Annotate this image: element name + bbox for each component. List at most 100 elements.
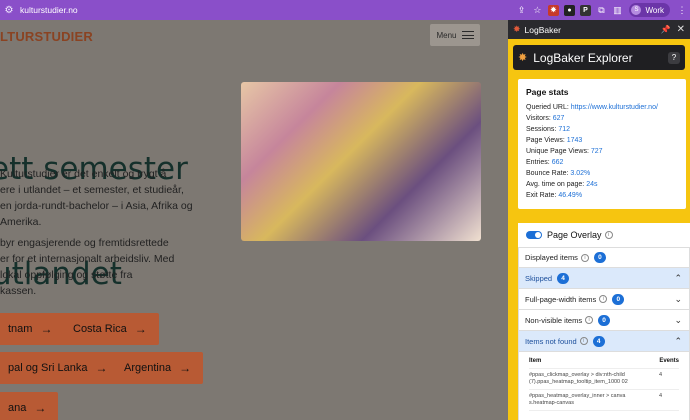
arrow-right-icon: → [95,361,108,375]
info-icon[interactable]: i [604,231,613,239]
stat-row: Page Views: 1743 [526,135,678,146]
info-icon[interactable]: i [599,295,608,303]
info-icon[interactable]: i [585,316,594,324]
items-not-found-table: Item Events #ppas_clickmap_overlay > div:n… [518,352,690,420]
item-selector: #ppas_heatmap_overlay_inner > canvas.hea… [529,393,626,406]
stat-label: Queried URL: [526,104,569,111]
profile-label: Work [645,5,664,15]
destination-button[interactable]: pal og Sri Lanka → [0,352,120,384]
overlay-section[interactable]: Non-visible items i 0 ⌄ [518,310,690,331]
event-count: 4 [659,393,663,399]
stat-value: 46.49% [558,192,583,199]
stat-value: 3.02% [570,170,591,177]
section-label: Full-page-width items [525,294,597,304]
destination-button[interactable]: Argentina → [112,352,204,384]
text-line: er for et internasjonalt arbeidsliv. Med [0,253,175,265]
stat-label: Exit Rate: [526,192,557,199]
extension-dark-icon[interactable]: ● [563,4,575,16]
text-line: Amerika. [0,216,42,228]
side-panel-icon[interactable]: ▥ [609,0,625,20]
profile-button[interactable]: S Work [629,3,670,17]
arrow-right-icon: → [134,322,147,336]
stat-row: Visitors: 627 [526,113,678,124]
count-badge: 0 [593,252,606,263]
item-selector: #ppas_clickmap_overlay > div:nth-child(7… [529,372,628,385]
info-icon[interactable]: i [580,253,589,262]
column-header: Item [529,358,542,364]
overlay-section[interactable]: Skipped 4 ⌃ [518,268,690,289]
menu-button[interactable]: Menu [430,24,480,46]
extension-red-icon[interactable]: ✸ [547,4,559,16]
more-menu-icon[interactable]: ⋮ [674,0,690,20]
stat-value[interactable]: https://www.kulturstudier.no/ [571,104,658,111]
overlay-section[interactable]: Full-page-width items i 0 ⌄ [518,289,690,310]
destination-button[interactable]: ana → [0,392,59,420]
extensions-puzzle-icon[interactable]: ⧉ [593,0,609,20]
stat-value: 1743 [566,137,583,144]
chevron-up-icon: ⌃ [674,273,682,283]
text-line: Kulturstudier er det enkelt og trygt å [0,168,167,180]
extension-p-icon[interactable]: P [579,4,591,16]
event-count: 4 [659,372,663,378]
button-label: Costa Rica [73,323,127,335]
info-icon[interactable]: i [579,337,588,345]
stat-row: Entries: 662 [526,157,678,168]
table-row[interactable]: #ppas_clickmap_overlay > div:nth-child(7… [529,369,679,390]
page-overlay-toggle[interactable] [526,231,542,239]
stat-label: Sessions: [526,126,557,133]
text-line: byr engasjerende og fremtidsrettede [0,237,169,249]
stat-label: Entries: [526,159,550,166]
button-label: ana [8,402,27,414]
logbaker-side-panel: ✸ LogBaker 📌 ✕ ✸ LogBaker Explorer ? Pag… [508,20,690,420]
stat-row: Avg. time on page: 24s [526,179,678,190]
section-label: Non-visible items [525,315,583,325]
site-settings-icon[interactable]: ⚙ [0,0,18,20]
stat-label: Unique Page Views: [526,148,589,155]
table-row[interactable]: #ppas_heatmap_overlay_inner > canvas.hea… [529,390,679,411]
avatar: S [631,5,642,15]
browser-toolbar: ⚙ kulturstudier.no ⇪ ☆ ✸ ● P ⧉ ▥ S Work … [0,0,690,20]
column-header: Events [659,358,679,364]
stats-heading: Page stats [526,87,569,97]
stat-value: 727 [590,148,603,155]
bookmark-star-icon[interactable]: ☆ [529,0,545,20]
text-line: en jorda-rundt-bachelor – i Asia, Afrika… [0,200,193,212]
panel-titlebar: ✸ LogBaker 📌 ✕ [508,20,690,39]
section-label: Items not found [525,336,577,346]
destination-button[interactable]: tnam → [0,313,65,345]
stat-value: 627 [552,115,565,122]
stat-row: Bounce Rate: 3.02% [526,168,678,179]
button-label: tnam [8,323,33,335]
second-paragraph: byr engasjerende og fremtidsrettede er f… [0,235,200,299]
explorer-header: ✸ LogBaker Explorer ? [513,45,685,70]
logbaker-logo-icon: ✸ [518,52,528,64]
stat-value: 662 [551,159,564,166]
text-line: kassen. [0,285,37,297]
explorer-title: LogBaker Explorer [533,50,633,65]
share-icon[interactable]: ⇪ [513,0,529,20]
arrow-right-icon: → [34,401,47,415]
stat-label: Avg. time on page: [526,181,585,188]
address-bar[interactable]: kulturstudier.no [20,5,78,15]
close-icon[interactable]: ✕ [677,24,685,35]
stat-label: Visitors: [526,115,551,122]
site-logo[interactable]: LTURSTUDIER [0,29,93,44]
section-label: Displayed items [525,253,578,262]
intro-paragraph: Kulturstudier er det enkelt og trygt å e… [0,166,200,230]
button-label: pal og Sri Lanka [8,362,88,374]
hero-photo [241,82,481,241]
count-badge: 0 [598,314,611,326]
chevron-down-icon: ⌄ [674,294,682,304]
overlay-section[interactable]: Items not found i 4 ⌃ [518,331,690,352]
page-overlay-header: Page Overlay i [518,223,690,247]
pin-icon[interactable]: 📌 [661,25,671,34]
button-label: Argentina [124,362,172,374]
stat-row: Unique Page Views: 727 [526,146,678,157]
stat-value: 24s [586,181,598,188]
destination-button[interactable]: Costa Rica → [61,313,159,345]
overlay-section[interactable]: Displayed items i 0 [518,247,690,268]
menu-label: Menu [436,30,457,40]
text-line: lokal oppfølging og støtte fra [0,269,133,281]
help-button[interactable]: ? [668,51,680,64]
table-header: Item Events [529,356,679,369]
